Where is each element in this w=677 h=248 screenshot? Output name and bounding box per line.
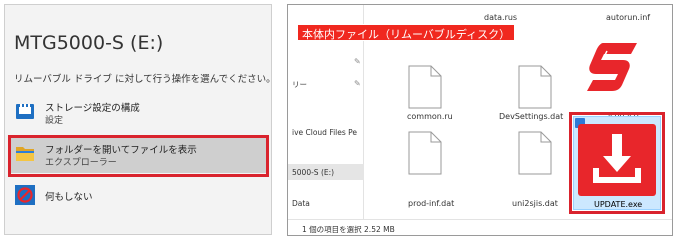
file-label[interactable]: autorun.inf	[606, 13, 650, 22]
file-icon[interactable]	[408, 65, 442, 109]
banner-label: 本体内ファイル（リムーバブルディスク）	[297, 24, 516, 41]
snapon-s-logo-icon[interactable]	[585, 37, 640, 97]
nav-item-drive[interactable]: 5000-S (E:)	[292, 168, 334, 177]
option-label: ストレージ設定の構成	[45, 103, 140, 114]
dialog-title: MTG5000-S (E:)	[14, 32, 164, 54]
no-action-icon	[15, 185, 35, 205]
file-label[interactable]: common.ru	[407, 112, 453, 121]
storage-settings-icon	[16, 104, 34, 119]
highlight-box	[569, 112, 665, 214]
file-icon[interactable]	[518, 131, 552, 175]
file-label[interactable]: prod-inf.dat	[408, 199, 454, 208]
option-label: 何もしない	[45, 192, 93, 203]
dialog-subtitle: リムーバブル ドライブ に対して行う操作を選んでください。	[14, 74, 272, 85]
file-label[interactable]: data.rus	[484, 13, 517, 22]
pin-icon[interactable]: ✎	[354, 79, 361, 88]
pin-icon[interactable]: ✎	[354, 57, 361, 66]
option-storage-settings[interactable]: ストレージ設定の構成 設定	[9, 97, 267, 127]
status-text: 1 個の項目を選択 2.52 MB	[302, 225, 395, 234]
highlight-box	[8, 135, 269, 177]
status-bar: 1 個の項目を選択 2.52 MB	[288, 219, 672, 235]
file-icon[interactable]	[518, 65, 552, 109]
autoplay-dialog: MTG5000-S (E:) リムーバブル ドライブ に対して行う操作を選んでく…	[4, 4, 272, 235]
file-label[interactable]: uni2sjis.dat	[512, 199, 558, 208]
nav-item-data[interactable]: Data	[292, 199, 310, 208]
nav-item-onedrive[interactable]: ive Cloud Files Pe	[292, 128, 357, 137]
nav-item-ri[interactable]: リー	[292, 79, 307, 90]
option-do-nothing[interactable]: 何もしない	[9, 181, 267, 211]
option-sublabel: 設定	[45, 116, 64, 126]
file-label[interactable]: DevSettings.dat	[499, 112, 563, 121]
file-icon[interactable]	[408, 131, 442, 175]
